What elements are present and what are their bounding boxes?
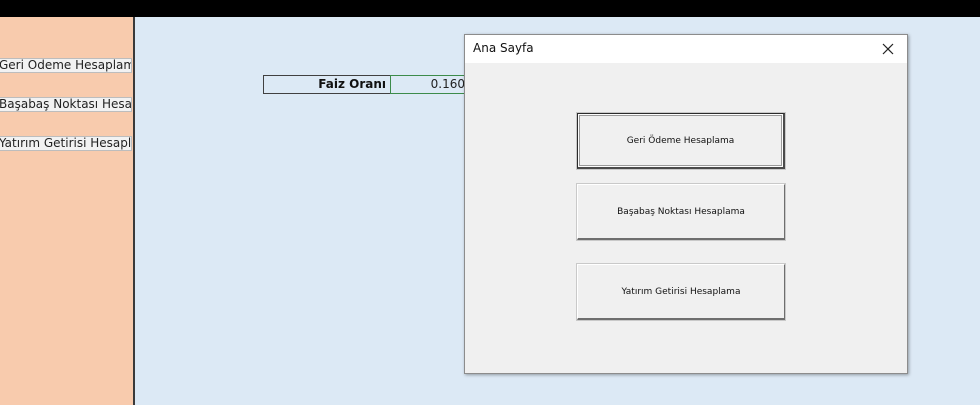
button-label: Geri Ödeme Hesaplama [626,135,735,146]
sidebar-button-label: Yatırım Getirisi Hesaplama [0,136,132,150]
sidebar-button-label: Başabaş Noktası Hesaplama [0,97,132,111]
top-bar [0,0,980,17]
main-page-dialog: Ana Sayfa Geri Ödeme Hesaplama Başabaş N… [464,34,908,374]
button-label: Yatırım Getirisi Hesaplama [621,286,741,297]
interest-rate-label-cell[interactable]: Faiz Oranı [263,75,391,94]
dialog-title-bar[interactable]: Ana Sayfa [465,35,907,63]
sidebar-button-label: Geri Ödeme Hesaplama [0,58,132,72]
button-label: Başabaş Noktası Hesaplama [617,206,745,217]
payback-calc-button[interactable]: Geri Ödeme Hesaplama [576,112,786,170]
roi-calc-button[interactable]: Yatırım Getirisi Hesaplama [576,263,786,321]
sidebar-button-roi[interactable]: Yatırım Getirisi Hesaplama [0,136,132,151]
breakeven-calc-button[interactable]: Başabaş Noktası Hesaplama [576,183,786,241]
close-x-icon [882,43,894,55]
close-icon[interactable] [875,38,901,60]
sidebar: Geri Ödeme Hesaplama Başabaş Noktası Hes… [0,17,135,405]
dialog-title: Ana Sayfa [473,41,534,55]
interest-rate-value-cell[interactable]: 0.160 [390,75,466,94]
sidebar-button-payback[interactable]: Geri Ödeme Hesaplama [0,58,132,73]
sidebar-button-breakeven[interactable]: Başabaş Noktası Hesaplama [0,97,132,112]
